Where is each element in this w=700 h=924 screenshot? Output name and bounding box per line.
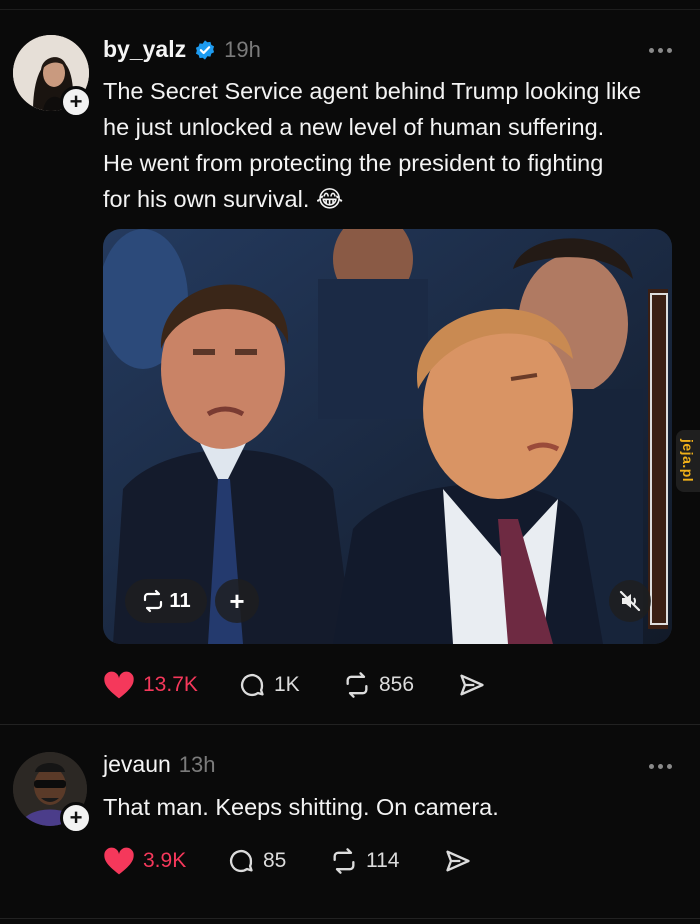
post-text: That man. Keeps shitting. On camera. — [103, 794, 499, 820]
repost-icon — [346, 672, 368, 698]
post-text-line: He went from protecting the president to… — [103, 150, 604, 176]
more-options-icon[interactable] — [649, 764, 672, 769]
watermark-badge: jeja.pl — [676, 430, 700, 492]
heart-icon — [104, 847, 134, 875]
repost-button[interactable]: 856 — [343, 671, 458, 699]
post-divider — [0, 918, 700, 919]
like-count: 3.9K — [143, 849, 187, 872]
post-text-line: for his own survival. 😂 — [103, 186, 344, 212]
like-button[interactable]: 3.9K — [103, 846, 227, 876]
post-actions: 13.7K 1K 856 — [103, 670, 486, 700]
follow-plus-icon[interactable]: + — [60, 802, 92, 834]
repost-count: 11 — [169, 589, 191, 612]
add-button[interactable]: + — [215, 579, 259, 623]
repost-button[interactable]: 114 — [330, 847, 444, 875]
username[interactable]: jevaun — [103, 751, 171, 778]
like-button[interactable]: 13.7K — [103, 670, 238, 700]
reply-bubble-icon — [240, 673, 264, 697]
watermark-text: jeja.pl — [680, 439, 696, 483]
timestamp: 19h — [224, 36, 261, 62]
post-actions: 3.9K 85 114 — [103, 846, 472, 876]
repost-count: 856 — [379, 673, 415, 696]
repost-count-pill[interactable]: 11 — [125, 579, 207, 623]
post-text-line: he just unlocked a new level of human su… — [103, 114, 605, 140]
top-divider — [0, 9, 700, 10]
speaker-muted-icon — [619, 590, 641, 612]
heart-icon — [104, 671, 134, 699]
reply-button[interactable]: 85 — [227, 847, 330, 875]
reply-count: 1K — [274, 673, 300, 696]
send-icon — [460, 674, 484, 696]
share-button[interactable] — [444, 847, 472, 875]
avatar-1-wrap[interactable]: + — [13, 35, 92, 118]
post-text: The Secret Service agent behind Trump lo… — [103, 73, 641, 217]
more-options-icon[interactable] — [649, 48, 672, 53]
post-header: by_yalz 19h — [103, 36, 261, 63]
mute-toggle[interactable] — [609, 580, 651, 622]
timestamp: 13h — [178, 751, 216, 777]
post-divider — [0, 724, 700, 725]
share-button[interactable] — [458, 671, 486, 699]
follow-plus-icon[interactable]: + — [60, 86, 92, 118]
repost-icon — [333, 848, 355, 874]
post-video[interactable]: 11 + — [103, 229, 672, 644]
username[interactable]: by_yalz — [103, 36, 186, 63]
post-text-line: The Secret Service agent behind Trump lo… — [103, 78, 642, 104]
like-count: 13.7K — [143, 673, 198, 696]
avatar-2-wrap[interactable]: + — [13, 752, 92, 834]
reply-count: 85 — [263, 849, 287, 872]
reply-button[interactable]: 1K — [238, 671, 343, 699]
repost-icon — [144, 589, 163, 613]
post-header: jevaun 13h — [103, 751, 216, 778]
reply-bubble-icon — [229, 849, 253, 873]
verified-badge-icon — [196, 39, 215, 60]
send-icon — [446, 850, 470, 872]
repost-count: 114 — [366, 849, 400, 872]
